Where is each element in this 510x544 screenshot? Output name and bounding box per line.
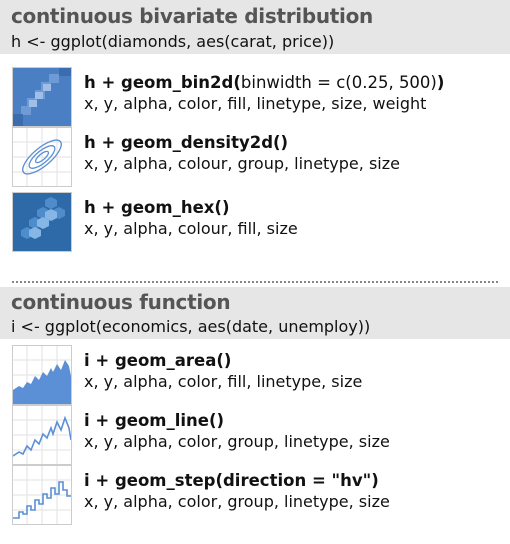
aesthetics-list: x, y, alpha, colour, group, linetype, si… <box>84 154 400 173</box>
item-geom-hex: h + geom_hex() x, y, alpha, colour, fill… <box>12 192 502 252</box>
function-signature: i + geom_step(direction = "hv") <box>84 471 379 490</box>
item-geom-bin2d: h + geom_bin2d(binwidth = c(0.25, 500)) … <box>12 67 502 127</box>
function-name: h + geom_density2d() <box>84 133 289 152</box>
section-divider <box>12 281 498 283</box>
aesthetics-list: x, y, alpha, color, group, linetype, siz… <box>84 432 390 451</box>
item-geom-area: i + geom_area() x, y, alpha, color, fill… <box>12 345 502 405</box>
hex-plot-icon <box>12 192 72 252</box>
function-signature: h + geom_density2d() <box>84 133 288 152</box>
section-header-bivariate: continuous bivariate distribution h <- g… <box>0 0 510 54</box>
section-code: h <- ggplot(diamonds, aes(carat, price)) <box>11 32 335 51</box>
section-header-function: continuous function i <- ggplot(economic… <box>0 287 510 339</box>
area-plot-icon <box>12 345 72 405</box>
function-signature: i + geom_line() <box>84 411 224 430</box>
section-title: continuous bivariate distribution <box>11 4 373 28</box>
aesthetics-list: x, y, alpha, color, fill, linetype, size <box>84 372 363 391</box>
function-signature: h + geom_hex() <box>84 198 230 217</box>
section-code: i <- ggplot(economics, aes(date, unemplo… <box>11 317 371 336</box>
aesthetics-list: x, y, alpha, colour, fill, size <box>84 219 298 238</box>
function-name: i + geom_line() <box>84 411 225 430</box>
line-plot-icon <box>12 405 72 465</box>
section-title: continuous function <box>11 290 231 314</box>
item-geom-density2d: h + geom_density2d() x, y, alpha, colour… <box>12 127 502 187</box>
function-name: i + geom_step(direction = "hv") <box>84 471 379 490</box>
item-geom-step: i + geom_step(direction = "hv") x, y, al… <box>12 465 502 525</box>
step-plot-icon <box>12 465 72 525</box>
density2d-plot-icon <box>12 127 72 187</box>
function-name: i + geom_area() <box>84 351 232 370</box>
function-signature: i + geom_area() <box>84 351 231 370</box>
function-name: h + geom_bin2d( <box>84 73 241 92</box>
function-close: ) <box>436 73 445 92</box>
aesthetics-list: x, y, alpha, color, fill, linetype, size… <box>84 94 427 113</box>
function-args: binwidth = c(0.25, 500) <box>240 73 437 92</box>
aesthetics-list: x, y, alpha, color, group, linetype, siz… <box>84 492 390 511</box>
bin2d-plot-icon <box>12 67 72 127</box>
function-signature: h + geom_bin2d(binwidth = c(0.25, 500)) <box>84 73 444 92</box>
item-geom-line: i + geom_line() x, y, alpha, color, grou… <box>12 405 502 465</box>
function-name: h + geom_hex() <box>84 198 230 217</box>
